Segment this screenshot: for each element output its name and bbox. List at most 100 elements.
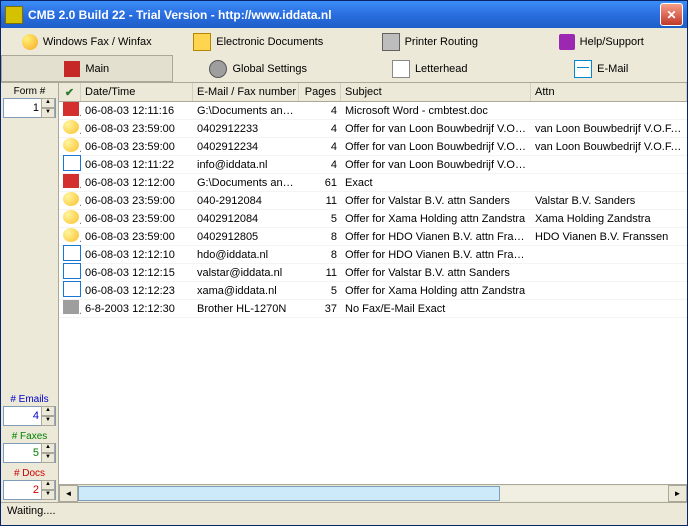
- toolbars: Windows Fax / Winfax Electronic Document…: [1, 28, 687, 83]
- table-row[interactable]: 06-08-03 23:59:0004029120845Offer for Xa…: [59, 210, 687, 228]
- cell-subject: Offer for van Loon Bouwbedrijf V.O.F. ..…: [341, 141, 531, 153]
- cell-datetime: 06-08-03 12:12:10: [81, 249, 193, 261]
- spin-down[interactable]: ▼: [41, 490, 55, 500]
- row-icon-cell: [59, 263, 81, 282]
- ball-icon: [63, 228, 79, 242]
- table-row[interactable]: 06-08-03 23:59:0004029128058Offer for HD…: [59, 228, 687, 246]
- close-button[interactable]: ✕: [660, 3, 683, 26]
- cell-datetime: 06-08-03 23:59:00: [81, 195, 193, 207]
- table-row[interactable]: 06-08-03 12:11:16G:\Documents and S...4M…: [59, 102, 687, 120]
- tab-letterhead[interactable]: Letterhead: [344, 55, 516, 82]
- blue-icon: [63, 245, 81, 261]
- scroll-thumb[interactable]: [78, 486, 500, 501]
- docs-group: # Docs ▲▼: [1, 465, 58, 502]
- btn-windows-fax[interactable]: Windows Fax / Winfax: [1, 28, 173, 55]
- scroll-track[interactable]: [78, 486, 668, 501]
- docs-input[interactable]: ▲▼: [3, 480, 56, 500]
- spin-down[interactable]: ▼: [41, 108, 55, 118]
- faxes-label: # Faxes: [3, 430, 56, 443]
- horizontal-scrollbar[interactable]: ◄ ►: [59, 484, 687, 502]
- table-row[interactable]: 06-08-03 12:12:00G:\Documents and S...61…: [59, 174, 687, 192]
- emails-label: # Emails: [3, 393, 56, 406]
- table-row[interactable]: 6-8-2003 12:12:30Brother HL-1270N37No Fa…: [59, 300, 687, 318]
- faxes-spinner[interactable]: ▲▼: [41, 443, 55, 463]
- spin-down[interactable]: ▼: [41, 416, 55, 426]
- spin-up[interactable]: ▲: [41, 443, 55, 453]
- cell-datetime: 06-08-03 23:59:00: [81, 213, 193, 225]
- cell-subject: Offer for HDO Vianen B.V. attn Franssen: [341, 231, 531, 243]
- col-subject[interactable]: Subject: [341, 83, 531, 101]
- titlebar: CMB 2.0 Build 22 - Trial Version - http:…: [1, 1, 687, 28]
- label: E-Mail: [597, 63, 628, 75]
- letterhead-icon: [392, 60, 410, 78]
- help-icon: [559, 34, 575, 50]
- mail-icon: [574, 60, 592, 78]
- col-attn[interactable]: Attn: [531, 83, 687, 101]
- faxes-input[interactable]: ▲▼: [3, 443, 56, 463]
- col-check[interactable]: ✔: [59, 83, 81, 101]
- cell-subject: Offer for van Loon Bouwbedrijf V.O.F. ..…: [341, 123, 531, 135]
- tab-email[interactable]: E-Mail: [516, 55, 688, 82]
- form-number-field[interactable]: [4, 102, 41, 114]
- cell-attn: HDO Vianen B.V. Franssen: [531, 231, 687, 243]
- table-row[interactable]: 06-08-03 23:59:00040-291208411Offer for …: [59, 192, 687, 210]
- spin-up[interactable]: ▲: [41, 98, 55, 108]
- content-area: Form # ▲▼ # Emails ▲▼ # Faxes ▲▼: [1, 83, 687, 502]
- label: Help/Support: [580, 36, 644, 48]
- col-pages[interactable]: Pages: [299, 83, 341, 101]
- faxes-group: # Faxes ▲▼: [1, 428, 58, 465]
- main-panel: ✔ Date/Time E-Mail / Fax number ... Page…: [59, 83, 687, 502]
- form-spinner[interactable]: ▲▼: [41, 98, 55, 118]
- cell-subject: Microsoft Word - cmbtest.doc: [341, 105, 531, 117]
- ball-icon: [63, 210, 79, 224]
- cell-datetime: 06-08-03 23:59:00: [81, 141, 193, 153]
- spin-up[interactable]: ▲: [41, 480, 55, 490]
- cell-email: 040-2912084: [193, 195, 299, 207]
- table-row[interactable]: 06-08-03 12:12:10hdo@iddata.nl8Offer for…: [59, 246, 687, 264]
- scroll-right-button[interactable]: ►: [668, 485, 687, 502]
- btn-printer-routing[interactable]: Printer Routing: [344, 28, 516, 55]
- btn-help-support[interactable]: Help/Support: [516, 28, 688, 55]
- table-row[interactable]: 06-08-03 23:59:0004029122344Offer for va…: [59, 138, 687, 156]
- cell-email: valstar@iddata.nl: [193, 267, 299, 279]
- cell-email: 0402912805: [193, 231, 299, 243]
- spin-up[interactable]: ▲: [41, 406, 55, 416]
- cell-pages: 61: [299, 177, 341, 189]
- tab-global-settings[interactable]: Global Settings: [173, 55, 345, 82]
- table-row[interactable]: 06-08-03 12:12:23xama@iddata.nl5Offer fo…: [59, 282, 687, 300]
- grid-body[interactable]: 06-08-03 12:11:16G:\Documents and S...4M…: [59, 102, 687, 484]
- docs-spinner[interactable]: ▲▼: [41, 480, 55, 500]
- cmb-icon: [64, 61, 80, 77]
- emails-spinner[interactable]: ▲▼: [41, 406, 55, 426]
- form-number-input[interactable]: ▲▼: [3, 98, 56, 118]
- col-email[interactable]: E-Mail / Fax number ...: [193, 83, 299, 101]
- faxes-field[interactable]: [4, 447, 41, 459]
- table-row[interactable]: 06-08-03 12:11:22info@iddata.nl4Offer fo…: [59, 156, 687, 174]
- col-datetime[interactable]: Date/Time: [81, 83, 193, 101]
- emails-input[interactable]: ▲▼: [3, 406, 56, 426]
- row-icon-cell: [59, 210, 81, 227]
- scroll-left-button[interactable]: ◄: [59, 485, 78, 502]
- cell-email: 0402912234: [193, 141, 299, 153]
- docs-field[interactable]: [4, 484, 41, 496]
- row-icon-cell: [59, 155, 81, 174]
- cell-attn: Valstar B.V. Sanders: [531, 195, 687, 207]
- row-icon-cell: [59, 228, 81, 245]
- app-icon: [5, 6, 23, 24]
- tab-main[interactable]: Main: [1, 55, 173, 82]
- cell-email: G:\Documents and S...: [193, 177, 299, 189]
- row-icon-cell: [59, 174, 81, 191]
- emails-field[interactable]: [4, 410, 41, 422]
- cell-pages: 5: [299, 213, 341, 225]
- btn-electronic-documents[interactable]: Electronic Documents: [173, 28, 345, 55]
- cell-subject: Offer for HDO Vianen B.V. attn Franssen: [341, 249, 531, 261]
- cell-email: 0402912084: [193, 213, 299, 225]
- pdf-icon: [63, 102, 79, 116]
- blue-icon: [63, 263, 81, 279]
- cell-email: G:\Documents and S...: [193, 105, 299, 117]
- cell-pages: 4: [299, 141, 341, 153]
- table-row[interactable]: 06-08-03 12:12:15valstar@iddata.nl11Offe…: [59, 264, 687, 282]
- cell-pages: 37: [299, 303, 341, 315]
- spin-down[interactable]: ▼: [41, 453, 55, 463]
- table-row[interactable]: 06-08-03 23:59:0004029122334Offer for va…: [59, 120, 687, 138]
